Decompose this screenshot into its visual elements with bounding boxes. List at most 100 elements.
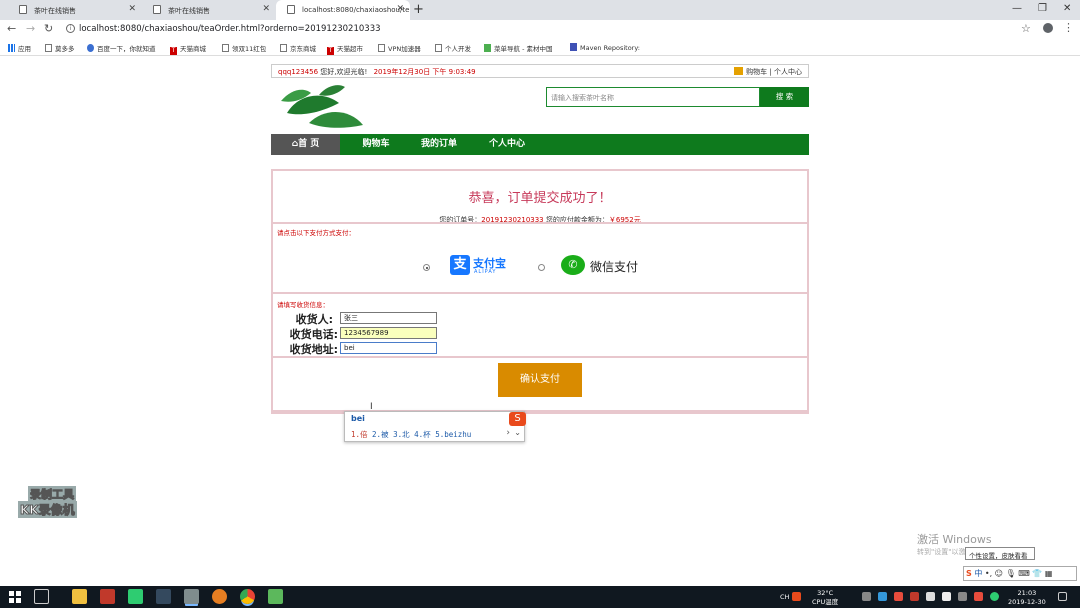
success-title: 恭喜，订单提交成功了！ bbox=[468, 191, 612, 206]
network-icon[interactable] bbox=[926, 592, 935, 601]
info-icon[interactable]: i bbox=[66, 24, 75, 33]
tray-icon[interactable] bbox=[910, 592, 919, 601]
minimize-icon[interactable]: — bbox=[1012, 3, 1022, 14]
tray-icon[interactable] bbox=[990, 592, 999, 601]
wechat-option[interactable]: ✆ 微信支付 bbox=[561, 255, 651, 277]
ime-candidate[interactable]: 2.被 bbox=[372, 430, 389, 439]
topbar-cart-link[interactable]: 购物车 bbox=[746, 68, 767, 76]
clock[interactable]: 21:03 2019-12-30 bbox=[1008, 589, 1046, 607]
page-icon bbox=[222, 44, 229, 52]
receiver-hint: 请填写收货信息： bbox=[277, 301, 329, 309]
notifications-icon[interactable] bbox=[1058, 592, 1067, 601]
window-close-icon[interactable]: ✕ bbox=[1063, 3, 1071, 14]
browser-tab[interactable]: 茶叶在线销售 ✕ bbox=[8, 0, 142, 20]
volume-icon[interactable] bbox=[942, 592, 951, 601]
cart-icon bbox=[734, 67, 744, 75]
topbar-profile-link[interactable]: 个人中心 bbox=[774, 68, 802, 76]
alipay-radio[interactable] bbox=[423, 264, 430, 271]
tray-icon[interactable] bbox=[894, 592, 903, 601]
tray-icon[interactable] bbox=[862, 592, 871, 601]
menu-icon[interactable]: ⋮ bbox=[1063, 21, 1074, 34]
chinese-mode-icon[interactable]: 中 bbox=[974, 569, 982, 578]
receiver-name-field[interactable] bbox=[340, 312, 437, 324]
windows-start-icon[interactable] bbox=[9, 591, 21, 603]
alipay-option[interactable]: 支 支付宝 ALIPAY bbox=[450, 255, 510, 277]
close-icon[interactable]: ✕ bbox=[396, 4, 404, 14]
ime-candidate-popup[interactable]: bei 1.倍 2.被 3.北 4.杯 5.beizhu › ⌄ bbox=[344, 411, 525, 442]
task-view-icon[interactable] bbox=[34, 589, 49, 604]
recorder-icon[interactable] bbox=[184, 589, 199, 604]
receiver-address-field[interactable] bbox=[340, 342, 437, 354]
nav-orders[interactable]: 我的订单 bbox=[411, 134, 467, 155]
tea-leaf-logo[interactable] bbox=[279, 83, 365, 131]
nav-cart[interactable]: 购物车 bbox=[348, 134, 404, 155]
tab-title: 茶叶在线销售 bbox=[34, 7, 76, 15]
search-input[interactable]: 请输入搜索茶叶名称 bbox=[546, 87, 760, 107]
bookmark-item[interactable]: 莫多多 bbox=[45, 43, 75, 53]
bookmark-item[interactable]: VPN加速器 bbox=[378, 43, 421, 53]
watermark-line2: KK录像机 bbox=[18, 501, 77, 518]
next-page-icon[interactable]: › bbox=[506, 428, 510, 438]
watermark-line1: 录制工具 bbox=[28, 486, 76, 502]
bookmark-apps[interactable]: 应用 bbox=[8, 43, 31, 53]
new-tab-icon[interactable]: + bbox=[413, 2, 424, 17]
punctuation-icon[interactable]: •, bbox=[985, 569, 992, 578]
tray-icon[interactable] bbox=[958, 592, 967, 601]
emoji-icon[interactable]: ☺ bbox=[995, 569, 1003, 578]
ime-candidate[interactable]: 3.北 bbox=[393, 430, 410, 439]
keyboard-icon[interactable]: ⌨ bbox=[1018, 569, 1030, 578]
bookmark-item[interactable]: 个人开发 bbox=[435, 43, 471, 53]
nav-home[interactable]: ⌂首 页 bbox=[271, 134, 340, 155]
bookmark-item[interactable]: T 天猫商城 bbox=[170, 43, 206, 55]
browser-tabstrip: 茶叶在线销售 ✕ 茶叶在线销售 ✕ localhost:8080/chaxiao… bbox=[0, 0, 1080, 20]
nav-profile[interactable]: 个人中心 bbox=[479, 134, 535, 155]
apps-icon bbox=[8, 44, 15, 52]
back-icon[interactable]: ← bbox=[7, 22, 16, 35]
search-button[interactable]: 搜 索 bbox=[760, 87, 809, 107]
skin-icon[interactable]: 👕 bbox=[1032, 569, 1042, 578]
address-bar[interactable]: i localhost:8080/chaxiaoshou/teaOrder.ht… bbox=[60, 22, 1040, 37]
ime-candidate[interactable]: 4.杯 bbox=[414, 430, 431, 439]
bookmark-item[interactable]: 领双11红包 bbox=[222, 43, 266, 53]
app-icon[interactable] bbox=[268, 589, 283, 604]
maven-icon bbox=[570, 43, 577, 51]
toolbox-icon[interactable]: ▦ bbox=[1045, 569, 1053, 578]
wechat-radio[interactable] bbox=[538, 264, 545, 271]
account-icon[interactable] bbox=[1043, 23, 1053, 33]
file-explorer-icon[interactable] bbox=[72, 589, 87, 604]
forward-icon[interactable]: → bbox=[26, 22, 35, 35]
reload-icon[interactable]: ↻ bbox=[44, 22, 53, 35]
bookmark-item[interactable]: T 天猫超市 bbox=[327, 43, 363, 55]
user-greeting: qqq123456 您好,欢迎光临! 2019年12月30日 下午 9:03:4… bbox=[278, 67, 476, 77]
ime-status-bar[interactable]: S 中 •, ☺ 🎙 ⌨ 👕 ▦ bbox=[963, 566, 1077, 581]
app-icon[interactable] bbox=[156, 589, 171, 604]
close-icon[interactable]: ✕ bbox=[262, 4, 270, 14]
tmall-icon: T bbox=[170, 47, 177, 55]
app-icon[interactable] bbox=[212, 589, 227, 604]
receiver-phone-field[interactable] bbox=[340, 327, 437, 339]
browser-tab-active[interactable]: localhost:8080/chaxiaoshou/te ✕ bbox=[276, 0, 410, 20]
bookmark-item[interactable]: 百度一下，你就知道 bbox=[87, 43, 156, 53]
sogou-icon[interactable]: S bbox=[966, 569, 972, 578]
ime-candidate[interactable]: 1.倍 bbox=[351, 430, 368, 439]
alipay-icon: 支 bbox=[450, 255, 470, 275]
bookmark-star-icon[interactable]: ☆ bbox=[1021, 22, 1031, 35]
chrome-icon[interactable] bbox=[240, 589, 255, 604]
app-icon[interactable] bbox=[128, 589, 143, 604]
bookmark-item[interactable]: 菜单导航 - 素材中国 bbox=[484, 43, 552, 53]
app-icon[interactable] bbox=[100, 589, 115, 604]
sogou-tray-icon[interactable] bbox=[792, 592, 801, 601]
expand-icon[interactable]: ⌄ bbox=[514, 428, 521, 437]
bookmark-item[interactable]: 京东商城 bbox=[280, 43, 316, 53]
restore-icon[interactable]: ❐ bbox=[1038, 3, 1047, 14]
ime-candidate[interactable]: 5.beizhu bbox=[435, 430, 471, 439]
tray-icon[interactable] bbox=[878, 592, 887, 601]
bookmark-item[interactable]: Maven Repository: bbox=[570, 43, 640, 52]
tray-icon[interactable] bbox=[974, 592, 983, 601]
mic-icon[interactable]: 🎙 bbox=[1006, 569, 1016, 578]
ime-composition: bei bbox=[351, 414, 365, 423]
confirm-pay-button[interactable]: 确认支付 bbox=[498, 363, 582, 397]
close-icon[interactable]: ✕ bbox=[128, 4, 136, 14]
browser-tab[interactable]: 茶叶在线销售 ✕ bbox=[142, 0, 276, 20]
page-icon bbox=[45, 44, 52, 52]
